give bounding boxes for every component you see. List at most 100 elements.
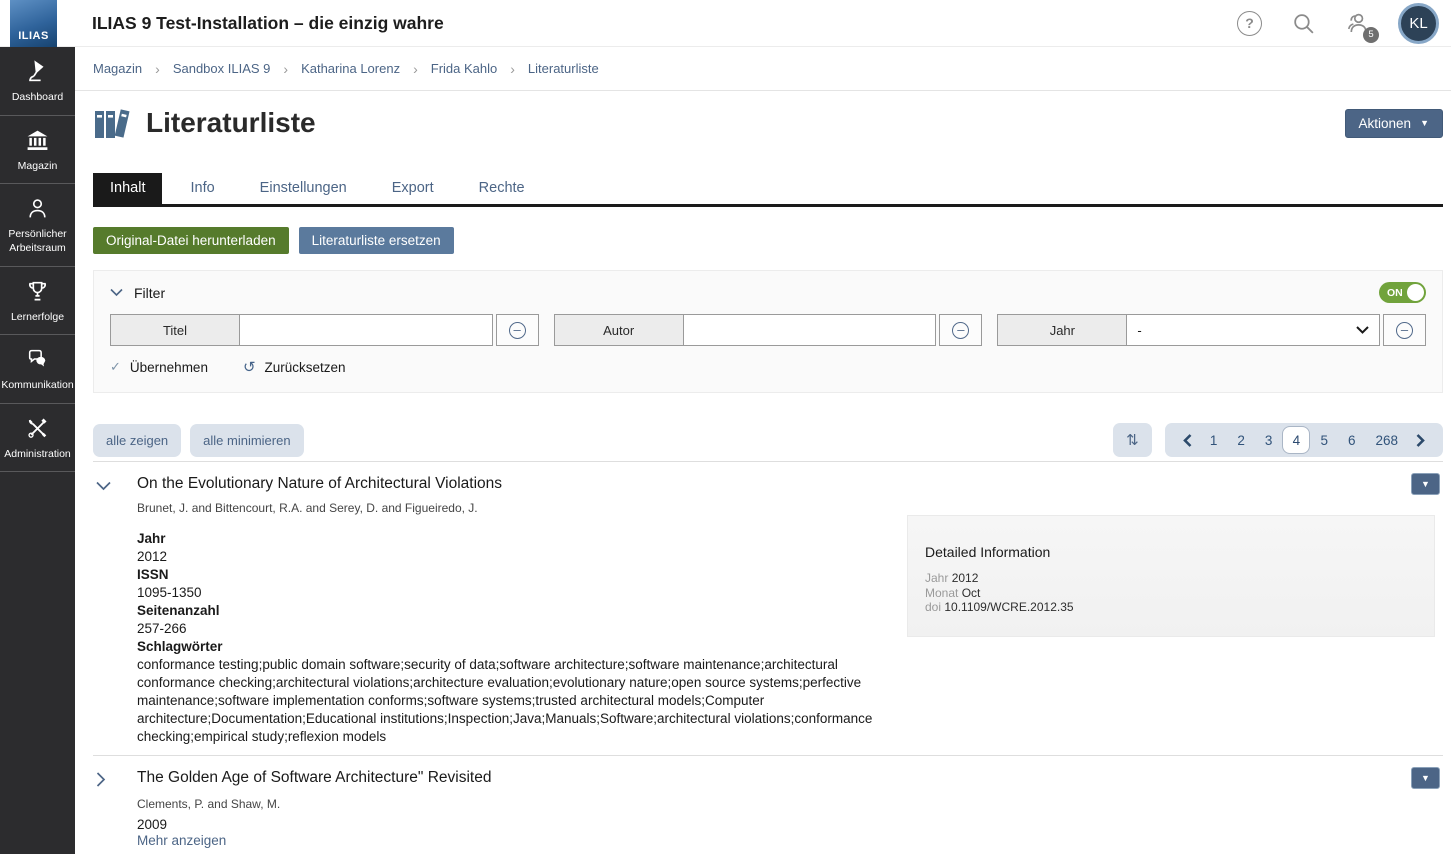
detailed-information-panel: Detailed Information Jahr 2012 Monat Oct… [907, 515, 1435, 637]
pagination-page[interactable]: 5 [1310, 433, 1338, 448]
property-label: Seitenanzahl [137, 602, 893, 620]
item-actions-dropdown-button[interactable]: ▼ [1411, 767, 1440, 789]
tab-export[interactable]: Export [375, 173, 451, 204]
caret-down-icon: ▼ [1420, 119, 1429, 128]
pagination-page-current[interactable]: 4 [1282, 426, 1310, 454]
collapse-item-button[interactable] [96, 478, 114, 496]
actions-button-label: Aktionen [1359, 116, 1412, 131]
sidebar-item-administration[interactable]: Administration [0, 404, 75, 473]
breadcrumb-link[interactable]: Sandbox ILIAS 9 [173, 61, 271, 76]
filter-apply-label: Übernehmen [130, 360, 208, 375]
help-button[interactable]: ? [1236, 10, 1263, 37]
tab-info[interactable]: Info [173, 173, 231, 204]
contacts-badge: 5 [1363, 27, 1379, 43]
detail-row: Jahr 2012 [925, 571, 1417, 586]
avatar[interactable]: KL [1398, 3, 1439, 44]
filter-toggle[interactable]: ON [1379, 282, 1426, 303]
pagination-page[interactable]: 6 [1338, 433, 1366, 448]
show-more-link[interactable]: Mehr anzeigen [137, 833, 226, 854]
minus-circle-icon: – [509, 322, 526, 339]
chevron-down-icon[interactable] [110, 288, 123, 297]
tab-rechte[interactable]: Rechte [462, 173, 542, 204]
pagination-page[interactable]: 268 [1365, 433, 1408, 448]
sidebar-item-dashboard[interactable]: Dashboard [0, 47, 75, 116]
chevron-right-icon: › [413, 61, 418, 77]
pagination: 1 2 3 4 5 6 268 [1165, 423, 1443, 457]
pagination-page[interactable]: 1 [1200, 433, 1228, 448]
main-area: Magazin › Sandbox ILIAS 9 › Katharina Lo… [75, 47, 1451, 854]
filter-select-jahr[interactable]: - [1127, 314, 1380, 346]
expand-all-button[interactable]: alle zeigen [93, 424, 181, 457]
property-value: 257-266 [137, 620, 893, 638]
top-header: ILIAS ILIAS 9 Test-Installation – die ei… [0, 0, 1451, 47]
minus-circle-icon: – [952, 322, 969, 339]
detail-label: doi [925, 600, 941, 614]
detail-value: 10.1109/WCRE.2012.35 [944, 600, 1073, 614]
detail-value: 2012 [952, 571, 979, 585]
toggle-knob [1407, 284, 1424, 301]
filter-label-titel: Titel [110, 314, 240, 346]
pagination-page[interactable]: 2 [1227, 433, 1255, 448]
property-label: ISSN [137, 566, 893, 584]
breadcrumb-link[interactable]: Frida Kahlo [431, 61, 497, 76]
filter-remove-titel-button[interactable]: – [496, 314, 539, 346]
filter-apply-button[interactable]: ✓ Übernehmen [110, 359, 208, 375]
pagination-next-button[interactable] [1408, 434, 1433, 447]
filter-reset-button[interactable]: ↺ Zurücksetzen [243, 358, 346, 376]
item-actions-dropdown-button[interactable]: ▼ [1411, 473, 1440, 495]
sidebar-item-arbeitsraum[interactable]: Persönlicher Arbeitsraum [0, 184, 75, 266]
sidebar-item-kommunikation[interactable]: Kommunikation [0, 335, 75, 404]
pagination-prev-button[interactable] [1175, 434, 1200, 447]
breadcrumb-link[interactable]: Magazin [93, 61, 142, 76]
tab-einstellungen[interactable]: Einstellungen [243, 173, 364, 204]
item-year: 2009 [137, 817, 1443, 832]
detail-label: Jahr [925, 571, 948, 585]
breadcrumb-link[interactable]: Literaturliste [528, 61, 599, 76]
ilias-logo[interactable]: ILIAS [10, 0, 57, 47]
download-original-button[interactable]: Original-Datei herunterladen [93, 227, 289, 254]
filter-remove-autor-button[interactable]: – [939, 314, 982, 346]
sidebar-item-label: Administration [4, 448, 71, 462]
sidebar-item-label: Lernerfolge [11, 311, 64, 325]
sidebar-item-label: Persönlicher Arbeitsraum [3, 228, 72, 255]
filter-panel: Filter ON Titel – Autor [93, 270, 1443, 393]
check-icon: ✓ [110, 359, 121, 375]
chevron-down-icon [96, 481, 111, 491]
item-title[interactable]: The Golden Age of Software Architecture"… [137, 769, 491, 787]
help-icon: ? [1237, 11, 1262, 36]
page-title: Literaturliste [146, 107, 316, 139]
sidebar-item-magazin[interactable]: Magazin [0, 116, 75, 185]
lamp-icon [25, 59, 50, 84]
pagination-page[interactable]: 3 [1255, 433, 1283, 448]
breadcrumb: Magazin › Sandbox ILIAS 9 › Katharina Lo… [75, 47, 1451, 91]
breadcrumb-link[interactable]: Katharina Lorenz [301, 61, 400, 76]
sidebar-item-lernerfolge[interactable]: Lernerfolge [0, 267, 75, 336]
chevron-left-icon [1183, 434, 1192, 447]
sidebar-item-label: Dashboard [12, 91, 63, 105]
tab-inhalt[interactable]: Inhalt [93, 173, 162, 204]
replace-list-button[interactable]: Literaturliste ersetzen [299, 227, 454, 254]
person-icon [25, 196, 50, 221]
tools-icon [25, 416, 50, 441]
sidebar-item-label: Magazin [18, 160, 58, 174]
filter-title: Filter [134, 285, 165, 301]
item-title[interactable]: On the Evolutionary Nature of Architectu… [137, 475, 502, 493]
collapse-all-button[interactable]: alle minimieren [190, 424, 303, 457]
property-label: Jahr [137, 530, 893, 548]
list-item: The Golden Age of Software Architecture"… [93, 756, 1443, 854]
detail-value: Oct [962, 586, 981, 600]
chevron-down-icon [1356, 326, 1369, 334]
sort-button[interactable]: ⇅ [1113, 423, 1152, 457]
filter-input-autor[interactable] [684, 314, 937, 346]
chevron-right-icon [96, 772, 106, 787]
bank-icon [25, 128, 50, 153]
search-button[interactable] [1290, 10, 1317, 37]
expand-item-button[interactable] [96, 772, 114, 792]
contacts-button[interactable]: 5 [1344, 10, 1371, 37]
item-authors: Clements, P. and Shaw, M. [137, 797, 1443, 811]
chevron-right-icon: › [155, 61, 160, 77]
filter-input-titel[interactable] [240, 314, 493, 346]
actions-button[interactable]: Aktionen ▼ [1345, 109, 1443, 138]
filter-label-jahr: Jahr [997, 314, 1127, 346]
filter-remove-jahr-button[interactable]: – [1383, 314, 1426, 346]
